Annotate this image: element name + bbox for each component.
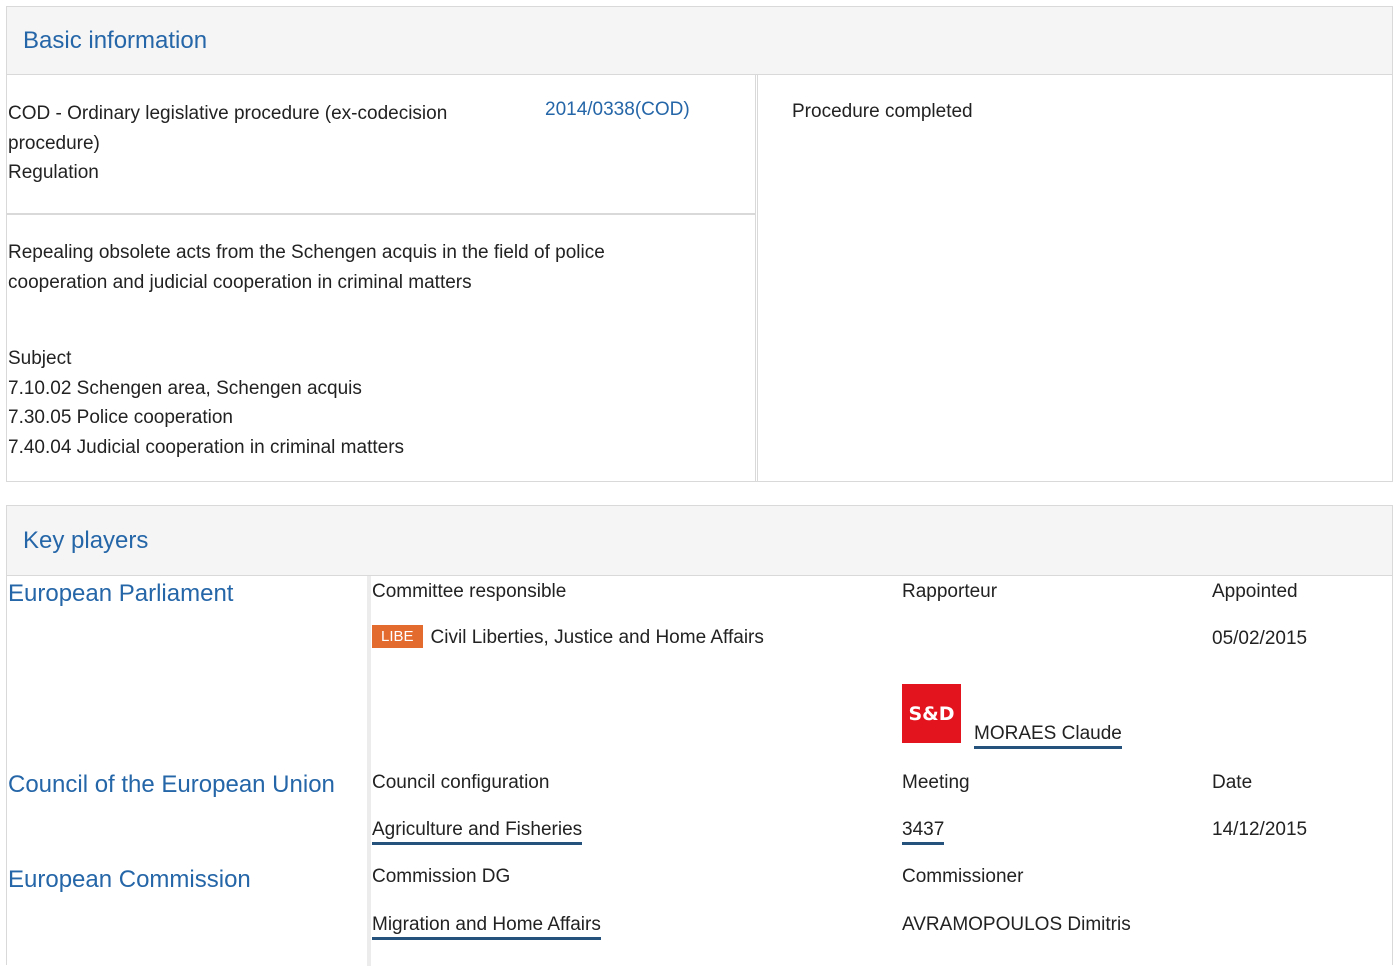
procedure-description: Repealing obsolete acts from the Schenge… [8,242,605,293]
appointed-date: 05/02/2015 [1212,628,1308,649]
key-players-panel: Key players European Parliament Committe… [6,505,1393,966]
committee-badge[interactable]: LIBE [372,625,423,648]
col-meeting: Meeting [902,772,970,793]
procedure-reference-link[interactable]: 2014/0338(COD) [545,95,690,125]
description-cell: Repealing obsolete acts from the Schenge… [7,215,756,482]
subject-list: Subject 7.10.02 Schengen area, Schengen … [8,344,404,462]
basic-information-header: Basic information [7,7,1392,75]
commission-dg-link[interactable]: Migration and Home Affairs [372,914,601,940]
col-council-configuration: Council configuration [372,772,550,793]
col-commission-dg: Commission DG [372,866,511,887]
org-european-commission[interactable]: European Commission [8,866,251,894]
col-rapporteur: Rapporteur [902,581,998,602]
procedure-type-cell: COD - Ordinary legislative procedure (ex… [7,75,756,215]
meeting-date: 14/12/2015 [1212,819,1308,840]
subject-item: 7.10.02 Schengen area, Schengen acquis [8,377,362,399]
col-committee-responsible: Committee responsible [372,581,567,602]
procedure-type: COD - Ordinary legislative procedure (ex… [8,99,538,188]
instrument-type: Regulation [8,162,99,183]
sd-group-logo: S&D [902,684,961,743]
col-appointed: Appointed [1212,581,1298,602]
council-configuration-link[interactable]: Agriculture and Fisheries [372,819,583,845]
col-date: Date [1212,772,1253,793]
key-players-header: Key players [7,506,1392,576]
basic-information-title: Basic information [23,26,208,54]
subject-item: 7.30.05 Police cooperation [8,407,233,428]
column-divider [757,75,758,482]
procedure-status: Procedure completed [792,101,973,122]
org-european-parliament[interactable]: European Parliament [8,580,233,608]
committee-row: LIBE Civil Liberties, Justice and Home Af… [372,625,764,649]
key-players-divider [367,576,371,966]
org-council-eu[interactable]: Council of the European Union [8,771,335,799]
rapporteur-link[interactable]: MORAES Claude [974,723,1122,749]
subject-label: Subject [8,348,72,369]
basic-information-panel: Basic information COD - Ordinary legisla… [6,6,1393,482]
col-commissioner: Commissioner [902,866,1024,887]
subject-item: 7.40.04 Judicial cooperation in criminal… [8,436,405,458]
commissioner-name: AVRAMOPOULOS Dimitris [902,914,1131,935]
key-players-title: Key players [23,526,149,554]
meeting-link[interactable]: 3437 [902,819,945,845]
committee-name: Civil Liberties, Justice and Home Affair… [430,627,764,648]
